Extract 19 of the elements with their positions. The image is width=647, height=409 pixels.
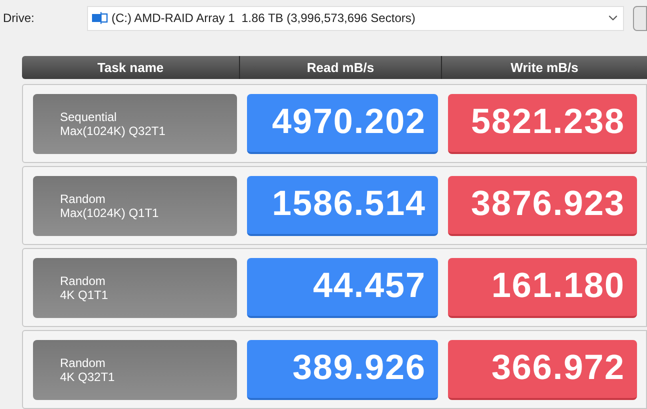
read-speed: 389.926 [247, 340, 438, 400]
column-header: Task name [97, 58, 164, 77]
read-speed: 44.457 [247, 258, 438, 318]
drive-label: Drive: [2, 10, 36, 27]
drive-dropdown[interactable]: (C:) AMD-RAID Array 1 1.86 TB (3,996,573,696 Sectors) [87, 6, 624, 30]
write-speed: 366.972 [448, 340, 637, 400]
column-header: Read mB/s [306, 58, 374, 77]
write-speed: 3876.923 [448, 176, 637, 236]
task-label: Random 4K Q1T1 [33, 258, 237, 318]
write-speed: 161.180 [448, 258, 637, 318]
write-speed: 5821.238 [448, 94, 637, 154]
task-label: Random 4K Q32T1 [33, 340, 237, 400]
side-button[interactable] [633, 6, 647, 30]
read-speed: 1586.514 [247, 176, 438, 236]
column-header: Write mB/s [510, 58, 578, 77]
task-label: Random Max(1024K) Q1T1 [33, 176, 237, 236]
drive-icon [91, 12, 108, 24]
task-label: Sequential Max(1024K) Q32T1 [33, 94, 237, 154]
read-speed: 4970.202 [247, 94, 438, 154]
